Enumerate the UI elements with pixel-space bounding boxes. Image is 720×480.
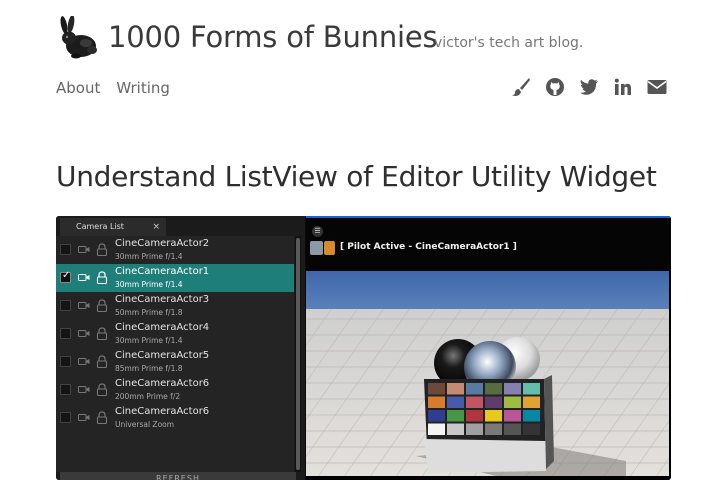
scroll-thumb[interactable] — [296, 238, 300, 470]
lock-icon[interactable] — [96, 411, 108, 424]
social-links — [511, 76, 667, 98]
checker-patch — [523, 383, 540, 395]
camera-icon — [78, 274, 90, 281]
checker-patch — [447, 396, 464, 408]
camera-pilot-icon[interactable] — [324, 241, 335, 255]
camera-name: CineCameraActor3 — [115, 294, 210, 305]
checker-patch — [428, 383, 445, 395]
pilot-icons — [310, 241, 336, 255]
checker-patch — [523, 410, 540, 422]
checker-patch — [447, 383, 464, 395]
close-icon[interactable]: × — [152, 218, 160, 236]
list-item[interactable]: ✓ CineCameraActor1 30mm Prime f/1.4 — [56, 264, 294, 292]
viewport-scene — [306, 271, 669, 476]
checker-patch — [428, 396, 445, 408]
camera-icon — [78, 330, 90, 337]
lock-icon[interactable] — [96, 299, 108, 312]
list-item[interactable]: CineCameraActor5 85mm Prime f/1.8 — [56, 348, 294, 376]
email-icon[interactable] — [647, 76, 667, 98]
site-tagline: victor's tech art blog. — [434, 35, 584, 51]
pilot-checkbox[interactable] — [60, 356, 71, 367]
pilot-checkbox[interactable]: ✓ — [60, 270, 71, 283]
main-nav: About Writing — [56, 79, 170, 97]
nav-about-link[interactable]: About — [56, 79, 100, 97]
checker-patch — [428, 423, 445, 435]
checker-patch — [447, 410, 464, 422]
checker-patch — [466, 383, 483, 395]
checker-patch — [466, 410, 483, 422]
list-scrollbar[interactable] — [295, 236, 301, 472]
viewport-eject-icon[interactable] — [310, 241, 323, 255]
menu-icon[interactable]: ☰ — [312, 226, 323, 237]
camera-name: CineCameraActor6 — [115, 406, 210, 417]
camera-lens: 200mm Prime f/2 — [115, 392, 181, 401]
camera-lens: Universal Zoom — [115, 420, 175, 429]
checker-patch — [504, 410, 521, 422]
github-icon[interactable] — [545, 76, 565, 98]
checker-patch — [485, 383, 502, 395]
camera-name: CineCameraActor4 — [115, 322, 210, 333]
checker-patch — [504, 423, 521, 435]
camera-icon — [78, 246, 90, 253]
camera-lens: 30mm Prime f/1.4 — [115, 280, 183, 289]
checker-patch — [504, 383, 521, 395]
list-item[interactable]: CineCameraActor6 Universal Zoom — [56, 404, 294, 432]
list-item[interactable]: CineCameraActor6 200mm Prime f/2 — [56, 376, 294, 404]
camera-name: CineCameraActor6 — [115, 378, 210, 389]
camera-list-panel: Camera List × CineCameraActor2 30mm Prime… — [56, 216, 306, 480]
lock-icon[interactable] — [96, 271, 108, 284]
editor-screenshot: Camera List × CineCameraActor2 30mm Prime… — [56, 216, 671, 480]
list-item[interactable]: CineCameraActor2 30mm Prime f/1.4 — [56, 236, 294, 264]
linkedin-icon[interactable] — [613, 76, 633, 98]
list-item[interactable]: CineCameraActor4 30mm Prime f/1.4 — [56, 320, 294, 348]
check-icon: ✓ — [62, 270, 71, 281]
site-title[interactable]: 1000 Forms of Bunnies — [108, 20, 438, 54]
viewport-toolbar: ☰ [ Pilot Active - CineCameraActor1 ] — [306, 216, 671, 271]
checker-patch — [485, 396, 502, 408]
pilot-checkbox[interactable] — [60, 244, 71, 255]
camera-name: CineCameraActor1 — [115, 266, 210, 277]
checker-patch — [466, 423, 483, 435]
camera-name: CineCameraActor5 — [115, 350, 210, 361]
twitter-icon[interactable] — [579, 76, 599, 98]
lock-icon[interactable] — [96, 383, 108, 396]
camera-lens: 30mm Prime f/1.4 — [115, 252, 183, 261]
checker-patch — [485, 410, 502, 422]
checker-patch — [428, 410, 445, 422]
camera-lens: 30mm Prime f/1.4 — [115, 336, 183, 345]
pilot-checkbox[interactable] — [60, 300, 71, 311]
pilot-checkbox[interactable] — [60, 384, 71, 395]
lock-icon[interactable] — [96, 243, 108, 256]
lock-icon[interactable] — [96, 355, 108, 368]
tab-label: Camera List — [76, 222, 124, 231]
tab-camera-list[interactable]: Camera List × — [60, 218, 166, 236]
list-item[interactable]: CineCameraActor3 50mm Prime f/1.8 — [56, 292, 294, 320]
camera-icon — [78, 386, 90, 393]
checker-patch — [504, 396, 521, 408]
checker-patch — [523, 423, 540, 435]
pilot-checkbox[interactable] — [60, 412, 71, 423]
camera-name: CineCameraActor2 — [115, 238, 210, 249]
checker-patch — [447, 423, 464, 435]
camera-lens: 50mm Prime f/1.8 — [115, 308, 183, 317]
post-title: Understand ListView of Editor Utility Wi… — [56, 160, 657, 193]
checker-patch — [466, 396, 483, 408]
checker-patch — [485, 423, 502, 435]
camera-list: CineCameraActor2 30mm Prime f/1.4 ✓ CineCam… — [56, 236, 294, 472]
lock-icon[interactable] — [96, 327, 108, 340]
camera-lens: 85mm Prime f/1.8 — [115, 364, 183, 373]
bunny-logo[interactable] — [56, 16, 100, 60]
camera-icon — [78, 414, 90, 421]
site-header: 1000 Forms of Bunnies victor's tech art … — [56, 14, 671, 104]
nav-writing-link[interactable]: Writing — [116, 79, 170, 97]
refresh-button[interactable]: REFRESH — [60, 472, 296, 480]
pilot-status: [ Pilot Active - CineCameraActor1 ] — [340, 242, 517, 252]
checker-patch — [523, 396, 540, 408]
brush-icon[interactable] — [511, 76, 531, 98]
viewport[interactable]: ☰ [ Pilot Active - CineCameraActor1 ] — [306, 216, 671, 480]
camera-icon — [78, 358, 90, 365]
pilot-checkbox[interactable] — [60, 328, 71, 339]
camera-icon — [78, 302, 90, 309]
